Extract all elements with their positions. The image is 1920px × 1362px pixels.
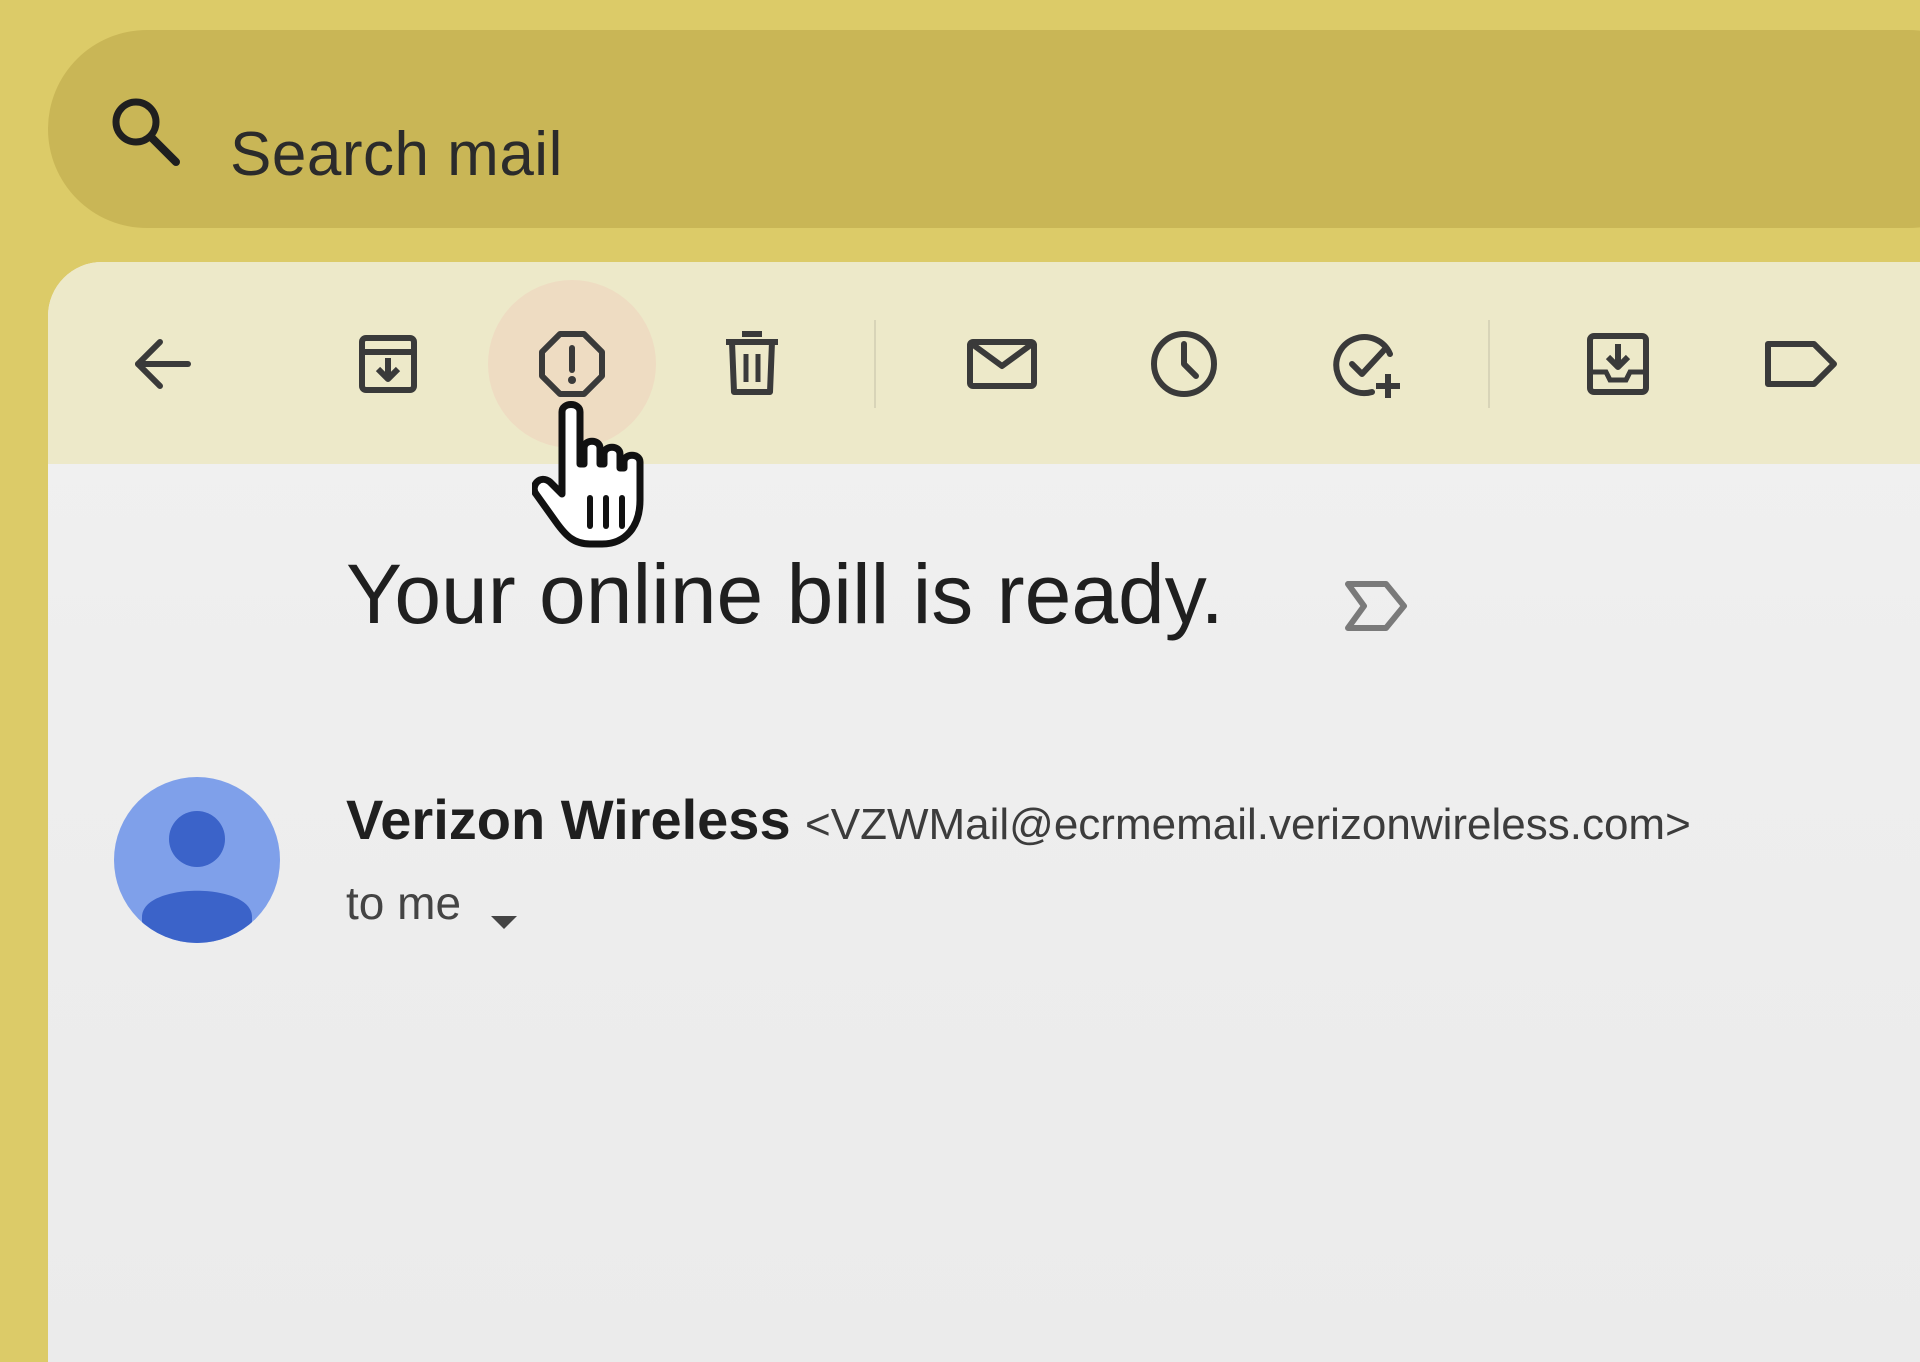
move-to-inbox-icon xyxy=(1587,333,1649,395)
email-toolbar xyxy=(48,262,1920,464)
hand-pointer-cursor-icon xyxy=(530,398,682,558)
trash-icon xyxy=(726,331,778,395)
clock-icon xyxy=(1151,331,1217,397)
add-task-icon xyxy=(1333,334,1400,398)
arrow-back-icon xyxy=(135,339,191,389)
report-spam-button[interactable] xyxy=(530,322,614,406)
search-bar[interactable]: Search mail xyxy=(48,30,1920,228)
sender-email: <VZWMail@ecrmemail.verizonwireless.com> xyxy=(805,800,1691,849)
mail-icon xyxy=(967,339,1037,389)
person-icon xyxy=(142,811,252,943)
delete-button[interactable] xyxy=(710,322,794,406)
recipient-details[interactable]: to me xyxy=(346,877,521,929)
add-to-tasks-button[interactable] xyxy=(1324,322,1408,406)
labels-button[interactable] xyxy=(1758,322,1842,406)
recipient-label: to me xyxy=(346,877,462,929)
archive-icon xyxy=(359,335,417,393)
move-to-button[interactable] xyxy=(1576,322,1660,406)
label-icon xyxy=(1765,341,1837,387)
email-view: Your online bill is ready. Verizon Wirel… xyxy=(48,262,1920,1362)
search-icon[interactable] xyxy=(106,92,184,170)
archive-button[interactable] xyxy=(346,322,430,406)
search-input[interactable]: Search mail xyxy=(230,124,563,186)
mark-unread-button[interactable] xyxy=(960,322,1044,406)
email-subject: Your online bill is ready. xyxy=(346,547,1224,641)
sender-info: Verizon Wireless <VZWMail@ecrmemail.veri… xyxy=(346,792,1691,848)
snooze-button[interactable] xyxy=(1142,322,1226,406)
toolbar-divider xyxy=(874,320,876,408)
toolbar-divider xyxy=(1488,320,1490,408)
sender-name: Verizon Wireless xyxy=(346,788,791,851)
report-spam-icon xyxy=(539,331,605,397)
back-button[interactable] xyxy=(120,322,204,406)
chevron-down-icon[interactable] xyxy=(487,893,521,929)
avatar xyxy=(114,777,280,943)
important-marker-icon[interactable] xyxy=(1342,576,1412,636)
